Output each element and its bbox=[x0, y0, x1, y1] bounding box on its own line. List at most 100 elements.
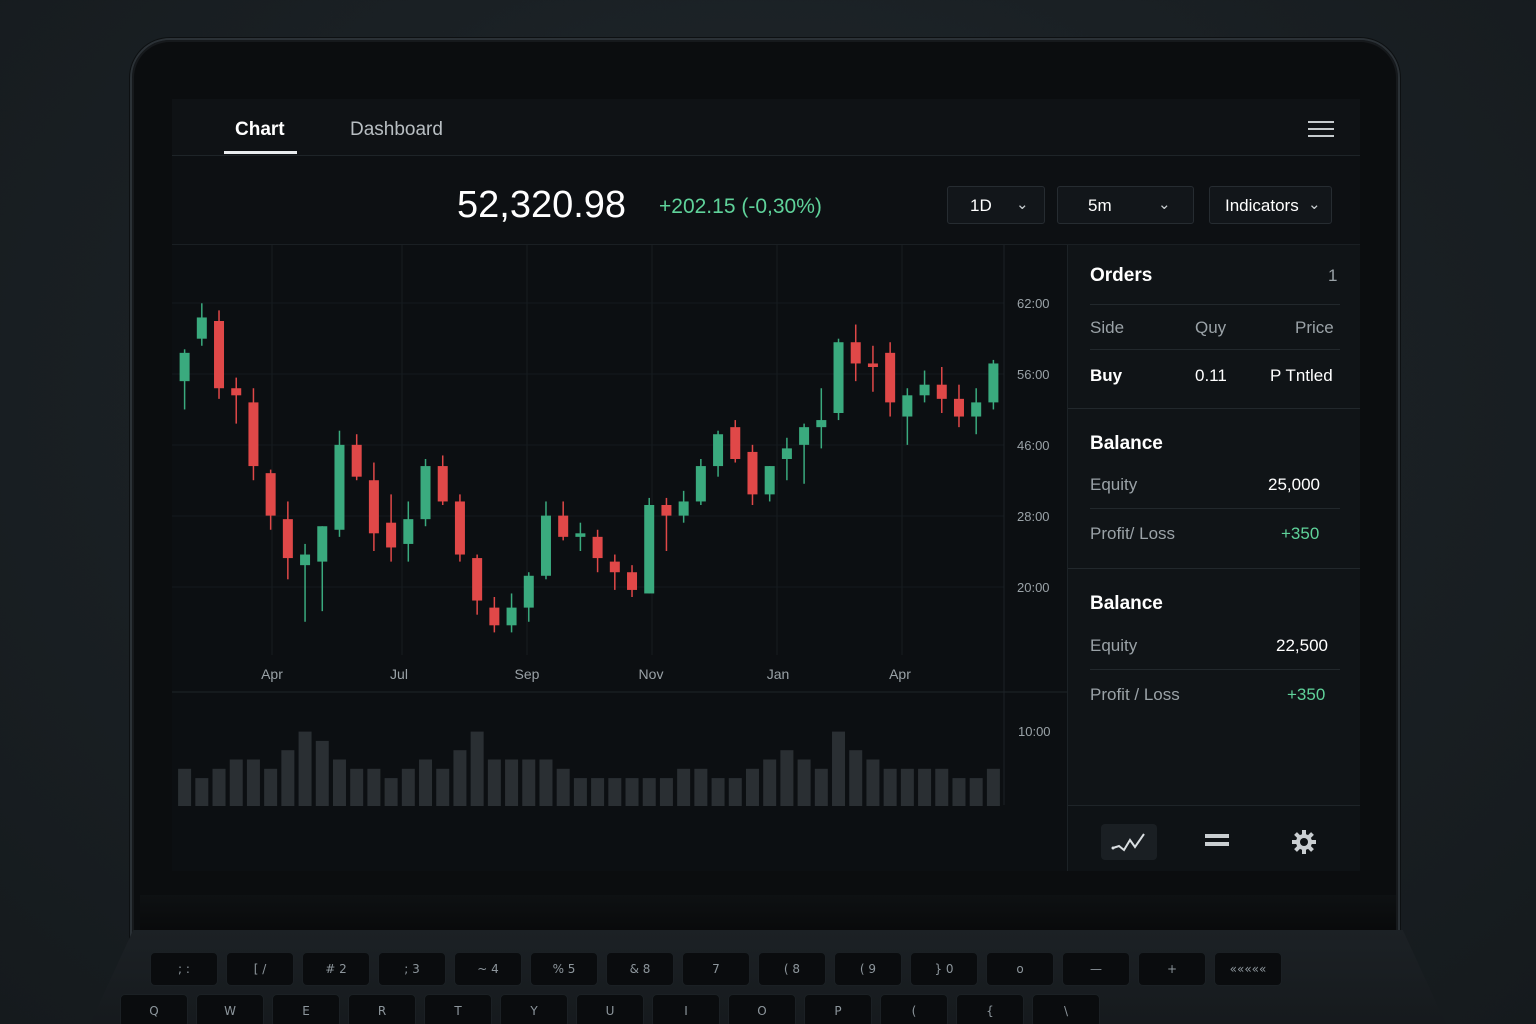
gear-icon[interactable] bbox=[1276, 824, 1332, 860]
y-tick-label: 56:00 bbox=[1017, 367, 1050, 382]
orders-col-side: Side bbox=[1090, 318, 1125, 337]
current-price: 52,320.98 bbox=[457, 184, 627, 226]
candle-body bbox=[799, 427, 810, 445]
balance-title: Balance bbox=[1090, 433, 1163, 454]
volume-bar bbox=[952, 778, 966, 806]
equity-label: Equity bbox=[1090, 475, 1138, 494]
candle-body bbox=[506, 607, 517, 626]
hamburger-icon[interactable] bbox=[1308, 121, 1334, 139]
volume-bar bbox=[212, 768, 226, 806]
indicators-select[interactable]: Indicators ⌄ bbox=[1209, 186, 1332, 224]
divider bbox=[1090, 508, 1340, 509]
keyboard-key: ~ 4 bbox=[454, 952, 522, 986]
volume-bar bbox=[436, 768, 450, 806]
top-nav: Chart Dashboard bbox=[172, 99, 1360, 156]
volume-bar bbox=[281, 750, 295, 806]
candle-body bbox=[558, 515, 569, 537]
candle-body bbox=[661, 505, 672, 516]
profit-loss-label: Profit/ Loss bbox=[1090, 524, 1176, 543]
keyboard-key: Q bbox=[120, 994, 188, 1024]
keyboard-key: ««««« bbox=[1214, 952, 1282, 986]
candle-body bbox=[678, 501, 689, 516]
keyboard-row-1: ; :[ / # 2; 3 ~ 4% 5 & 8 7( 8( 9} 0 o — + ««««« bbox=[150, 952, 1390, 986]
chart-area[interactable]: 62:00 56:00 46:00 28:00 20:00 10:00 Apr Jul Sep N… bbox=[172, 245, 1067, 871]
candle-body bbox=[351, 444, 362, 477]
volume-bar bbox=[625, 778, 639, 806]
orders-title: Orders bbox=[1090, 265, 1153, 286]
keyboard-key: 7 bbox=[682, 952, 750, 986]
range-select[interactable]: 1D ⌄ bbox=[947, 186, 1045, 224]
candle-body bbox=[523, 575, 534, 608]
candle-body bbox=[214, 321, 225, 389]
indicators-label: Indicators bbox=[1225, 196, 1299, 215]
keyboard-key: W bbox=[196, 994, 264, 1024]
candle-body bbox=[437, 466, 448, 502]
interval-select[interactable]: 5m ⌄ bbox=[1057, 186, 1194, 224]
volume-bar bbox=[367, 768, 381, 806]
keyboard-key: Y bbox=[500, 994, 568, 1024]
y-tick-label: 20:00 bbox=[1017, 580, 1050, 595]
right-panel: Orders 1 Side Quy Price Buy 0.11 P Tntle… bbox=[1067, 245, 1360, 871]
volume-bar bbox=[969, 778, 983, 806]
volume-bar bbox=[900, 768, 914, 806]
balance-title: Balance bbox=[1090, 593, 1163, 614]
keyboard-key: # 2 bbox=[302, 952, 370, 986]
keyboard-key: o bbox=[986, 952, 1054, 986]
volume-bar bbox=[849, 750, 863, 806]
keyboard-key: T bbox=[424, 994, 492, 1024]
price-change-value: +202.15 bbox=[659, 195, 736, 218]
keyboard-key: } 0 bbox=[910, 952, 978, 986]
volume-bar bbox=[659, 778, 673, 806]
profit-loss-label: Profit / Loss bbox=[1090, 685, 1180, 704]
line-chart-icon[interactable] bbox=[1101, 824, 1157, 860]
tab-dashboard[interactable]: Dashboard bbox=[350, 119, 443, 141]
candle-body bbox=[730, 427, 741, 459]
keyboard-key: R bbox=[348, 994, 416, 1024]
candlestick-chart[interactable]: 62:00 56:00 46:00 28:00 20:00 10:00 Apr Jul Sep N… bbox=[172, 245, 1067, 871]
candle-body bbox=[300, 554, 311, 566]
candle-body bbox=[971, 402, 982, 417]
volume-bar bbox=[918, 768, 932, 806]
volume-bar bbox=[453, 750, 467, 806]
orders-col-qty: Quy bbox=[1195, 318, 1227, 337]
tab-chart[interactable]: Chart bbox=[235, 119, 285, 141]
volume-bar bbox=[246, 759, 260, 806]
candle-body bbox=[489, 607, 500, 626]
volume-bar bbox=[264, 768, 278, 806]
interval-select-value: 5m bbox=[1088, 196, 1112, 215]
keyboard-key: P bbox=[804, 994, 872, 1024]
order-qty: 0.11 bbox=[1195, 366, 1227, 385]
keyboard: ; :[ / # 2; 3 ~ 4% 5 & 8 7( 8( 9} 0 o — + ««««« … bbox=[120, 952, 1390, 1024]
volume-bar bbox=[832, 731, 846, 806]
candle-body bbox=[747, 451, 758, 495]
keyboard-key: { bbox=[956, 994, 1024, 1024]
candle-body bbox=[644, 505, 655, 594]
volume-bar bbox=[797, 759, 811, 806]
candle-body bbox=[575, 533, 586, 537]
candle-body bbox=[420, 466, 431, 520]
divider bbox=[1090, 669, 1340, 670]
volume-bar bbox=[298, 731, 312, 806]
keyboard-row-2: Q W E R T Y U I O P ({\ bbox=[120, 994, 1390, 1024]
candle-body bbox=[781, 448, 792, 459]
x-tick-label: Jan bbox=[767, 666, 790, 682]
candle-body bbox=[317, 526, 328, 562]
keyboard-key: ( 8 bbox=[758, 952, 826, 986]
candle-body bbox=[386, 522, 397, 548]
keyboard-key: ( bbox=[880, 994, 948, 1024]
keyboard-key: \ bbox=[1032, 994, 1100, 1024]
candle-body bbox=[609, 561, 620, 573]
volume-bar bbox=[745, 768, 759, 806]
keyboard-key: ; : bbox=[150, 952, 218, 986]
app-screen: Chart Dashboard 52,320.98 +202.15 (-0,30… bbox=[172, 99, 1360, 871]
volume-bar bbox=[986, 768, 1000, 806]
chevron-down-icon: ⌄ bbox=[1158, 195, 1171, 213]
laptop-hinge bbox=[140, 895, 1396, 935]
candle-body bbox=[454, 501, 465, 555]
candle-body bbox=[695, 466, 706, 502]
list-icon[interactable] bbox=[1189, 824, 1245, 860]
volume-bar bbox=[401, 768, 415, 806]
volume-bar bbox=[539, 759, 553, 806]
chevron-down-icon: ⌄ bbox=[1308, 195, 1321, 213]
volume-bar bbox=[866, 759, 880, 806]
